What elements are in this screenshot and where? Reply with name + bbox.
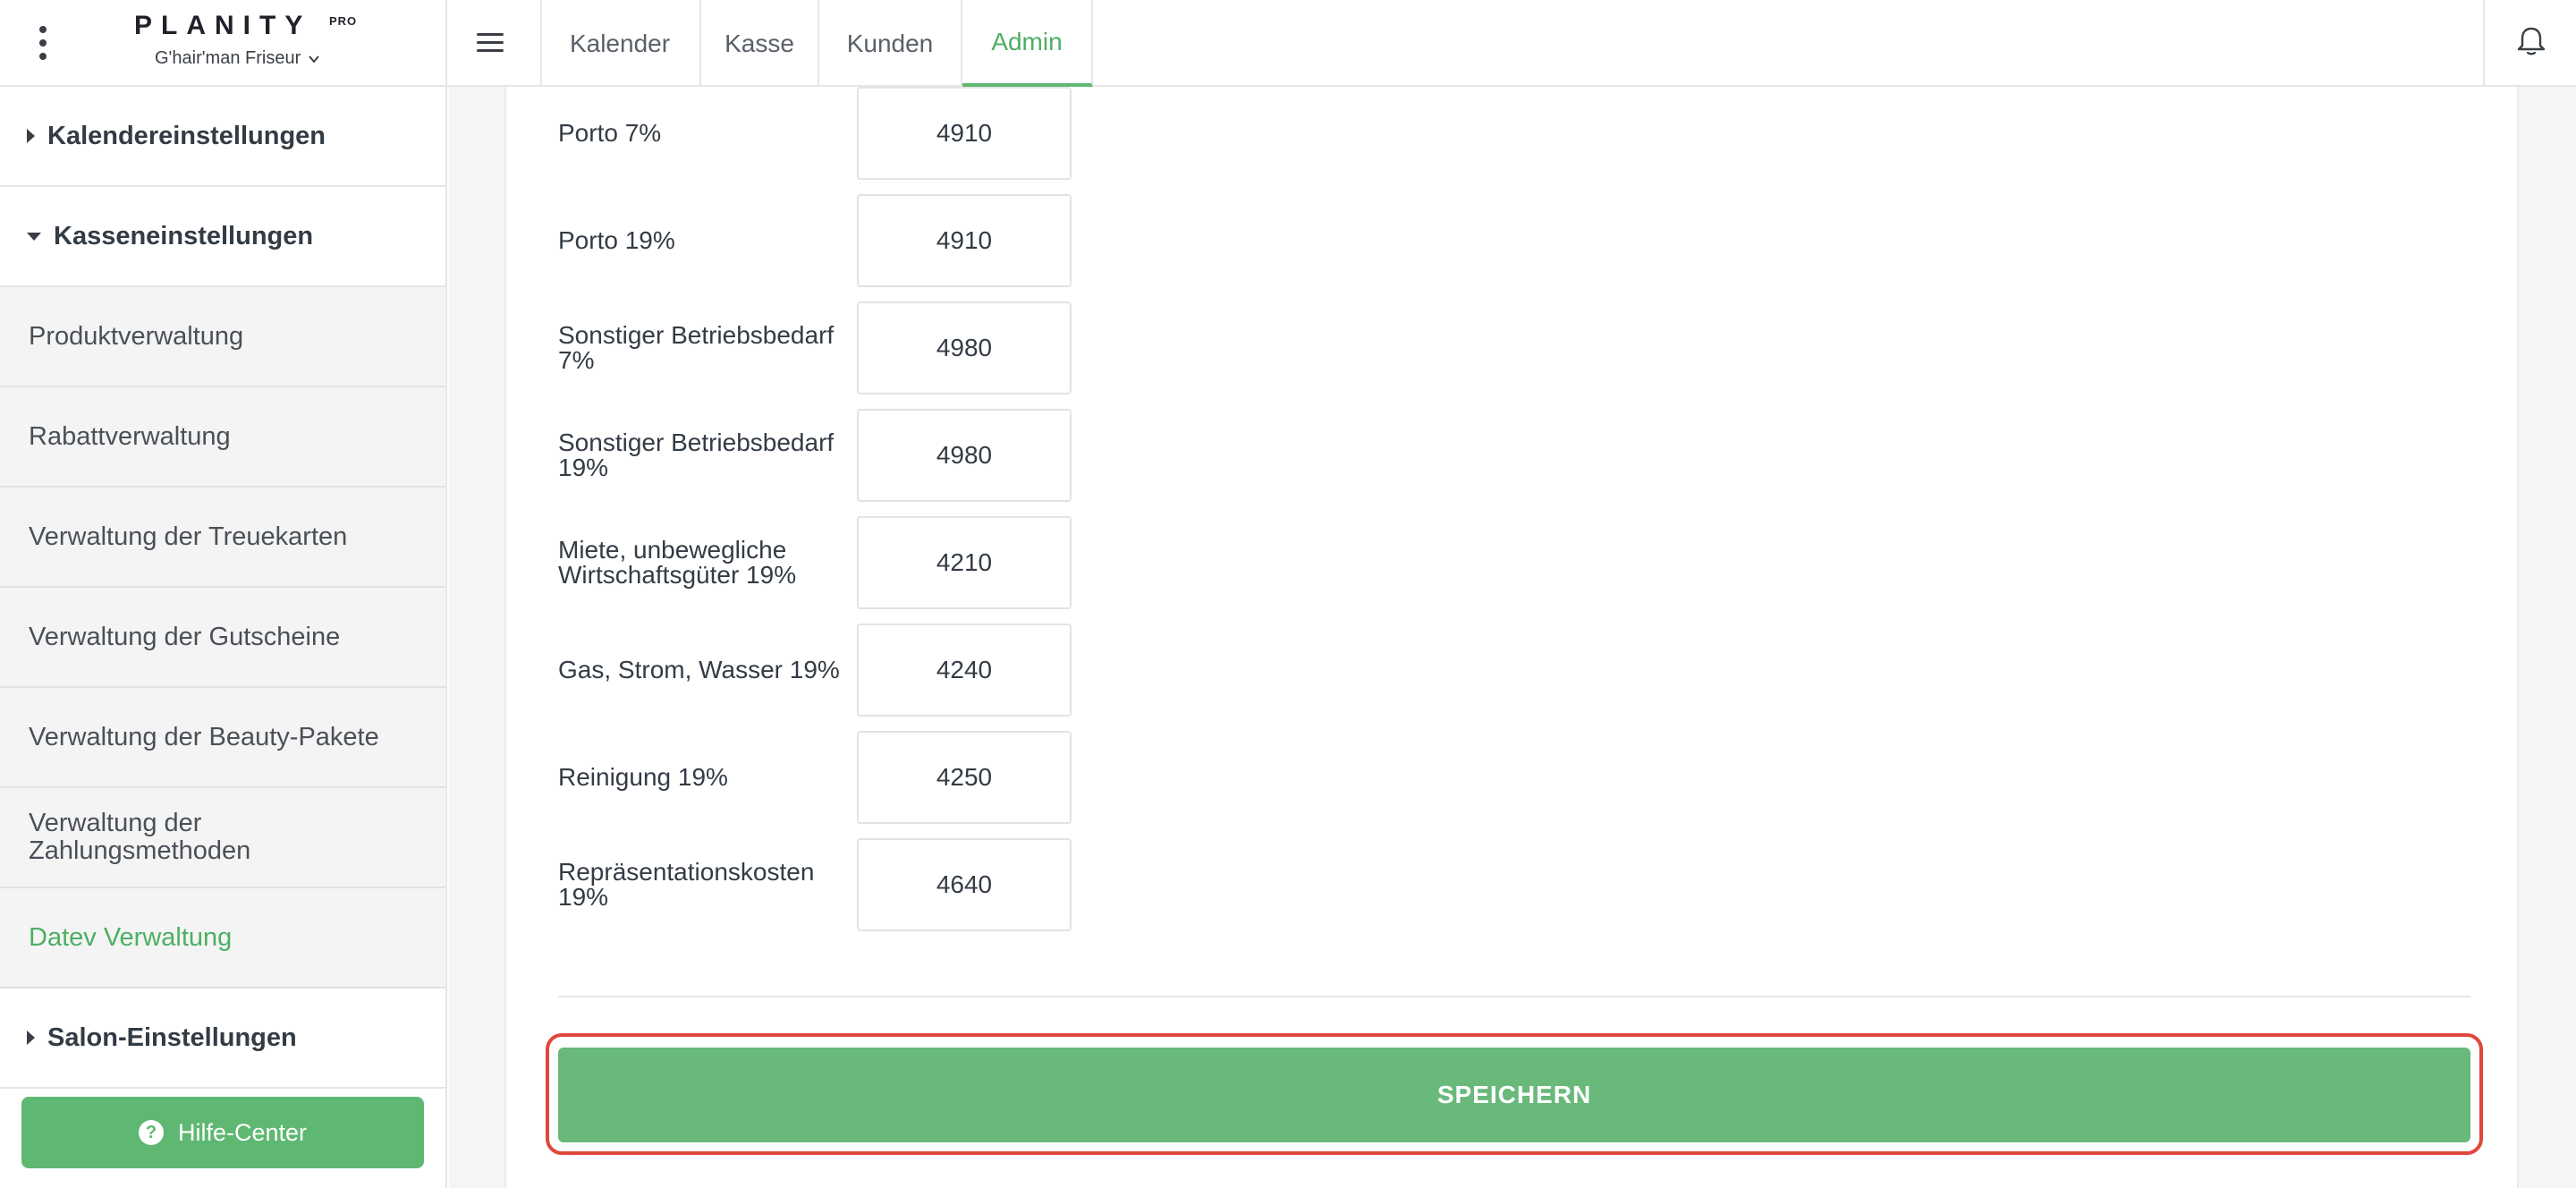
sidebar-item-discounts[interactable]: Rabattverwaltung bbox=[0, 387, 445, 488]
caret-down-icon bbox=[27, 232, 41, 241]
top-bar: PLANITY PRO G'hair'man Friseur Kalender … bbox=[0, 0, 2576, 87]
tab-kasse[interactable]: Kasse bbox=[701, 0, 819, 87]
logo-badge: PRO bbox=[329, 14, 358, 28]
sidebar-item-payment-methods[interactable]: Verwaltung der Zahlungsmethoden bbox=[0, 788, 445, 888]
sidebar-section-calendar[interactable]: Kalendereinstellungen bbox=[0, 87, 445, 187]
save-button[interactable]: SPEICHERN bbox=[558, 1048, 2470, 1142]
form-row: Gas, Strom, Wasser 19% 4240 bbox=[558, 624, 1095, 717]
main-tabs: Kalender Kasse Kunden Admin bbox=[540, 0, 1093, 87]
account-label: Porto 7% bbox=[558, 119, 662, 147]
account-label: Porto 19% bbox=[558, 226, 675, 254]
sidebar-item-vouchers[interactable]: Verwaltung der Gutscheine bbox=[0, 588, 445, 688]
help-icon: ? bbox=[138, 1120, 164, 1145]
account-label: Repräsentationskosten 19% bbox=[558, 858, 815, 911]
help-center-label: Hilfe-Center bbox=[177, 1118, 308, 1146]
brand: PLANITY PRO G'hair'man Friseur bbox=[107, 11, 376, 75]
sidebar-section-label: Kasseneinstellungen bbox=[54, 221, 314, 250]
form-row: Sonstiger Betriebsbedarf 19% 4980 bbox=[558, 409, 1095, 502]
form-row: Reinigung 19% 4250 bbox=[558, 731, 1095, 824]
sidebar-section-salon[interactable]: Salon-Einstellungen bbox=[0, 989, 445, 1089]
form-row: Miete, unbewegliche Wirtschaftsgüter 19%… bbox=[558, 516, 1095, 609]
tab-admin[interactable]: Admin bbox=[962, 0, 1093, 87]
chevron-down-icon bbox=[309, 55, 320, 64]
account-number-input[interactable]: 4910 bbox=[857, 87, 1072, 180]
caret-right-icon bbox=[27, 129, 35, 143]
account-number-input[interactable]: 4210 bbox=[857, 516, 1072, 609]
salon-name: G'hair'man Friseur bbox=[155, 48, 301, 68]
logo: PLANITY bbox=[134, 11, 312, 40]
sidebar-item-beauty-packages[interactable]: Verwaltung der Beauty-Pakete bbox=[0, 688, 445, 788]
tab-kalender[interactable]: Kalender bbox=[540, 0, 701, 87]
account-number-input[interactable]: 4250 bbox=[857, 731, 1072, 824]
sidebar-item-loyalty-cards[interactable]: Verwaltung der Treuekarten bbox=[0, 488, 445, 588]
account-number-input[interactable]: 4640 bbox=[857, 838, 1072, 931]
salon-selector[interactable]: G'hair'man Friseur bbox=[155, 48, 320, 69]
sidebar: Kalendereinstellungen Kasseneinstellunge… bbox=[0, 87, 447, 1188]
caret-right-icon bbox=[27, 1031, 35, 1045]
sidebar-section-label: Salon-Einstellungen bbox=[47, 1023, 297, 1052]
divider bbox=[558, 996, 2470, 997]
help-center-button[interactable]: ? Hilfe-Center bbox=[21, 1097, 424, 1168]
account-label: Sonstiger Betriebsbedarf 19% bbox=[558, 429, 835, 481]
divider bbox=[445, 0, 447, 87]
account-number-input[interactable]: 4980 bbox=[857, 301, 1072, 395]
menu-icon[interactable] bbox=[477, 27, 507, 57]
more-options-icon[interactable] bbox=[27, 21, 59, 64]
account-label: Gas, Strom, Wasser 19% bbox=[558, 656, 840, 683]
form-row: Porto 7% 4910 bbox=[558, 87, 1095, 180]
form-row: Repräsentationskosten 19% 4640 bbox=[558, 838, 1095, 931]
datev-form-card: Porto 7% 4910 Porto 19% 4910 Sonstiger B… bbox=[504, 87, 2519, 1188]
divider bbox=[2483, 0, 2485, 87]
sidebar-item-datev[interactable]: Datev Verwaltung bbox=[0, 888, 445, 989]
sidebar-section-label: Kalendereinstellungen bbox=[47, 121, 326, 150]
account-number-input[interactable]: 4240 bbox=[857, 624, 1072, 717]
sidebar-item-products[interactable]: Produktverwaltung bbox=[0, 287, 445, 387]
account-number-input[interactable]: 4980 bbox=[857, 409, 1072, 502]
form-row: Porto 19% 4910 bbox=[558, 194, 1095, 287]
bell-icon[interactable] bbox=[2513, 23, 2549, 59]
account-number-input[interactable]: 4910 bbox=[857, 194, 1072, 287]
account-label: Miete, unbewegliche Wirtschaftsgüter 19% bbox=[558, 536, 797, 589]
account-label: Sonstiger Betriebsbedarf 7% bbox=[558, 321, 835, 374]
tab-kunden[interactable]: Kunden bbox=[819, 0, 962, 87]
account-label: Reinigung 19% bbox=[558, 763, 728, 791]
app: PLANITY PRO G'hair'man Friseur Kalender … bbox=[0, 0, 2576, 1188]
sidebar-section-cash[interactable]: Kasseneinstellungen bbox=[0, 187, 445, 287]
form-row: Sonstiger Betriebsbedarf 7% 4980 bbox=[558, 301, 1095, 395]
